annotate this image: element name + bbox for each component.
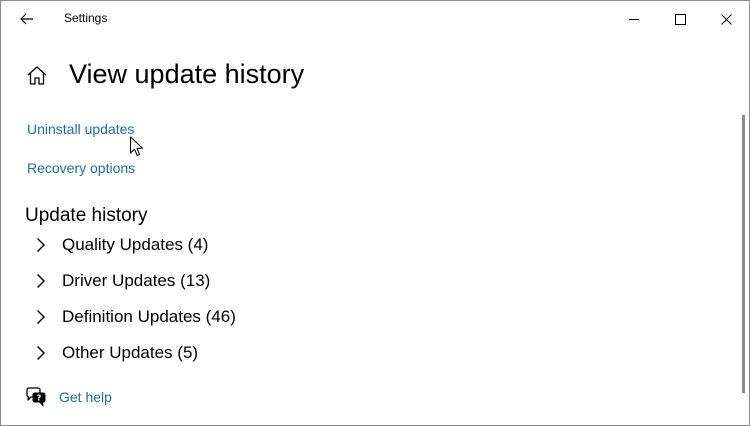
update-history-heading: Update history <box>25 205 148 226</box>
page-title: View update history <box>69 59 305 89</box>
settings-window: Settings View update history Uninstall u… <box>0 0 750 426</box>
close-button[interactable] <box>703 1 749 37</box>
get-help-label: Get help <box>59 389 112 405</box>
scrollbar[interactable] <box>742 115 745 393</box>
recovery-options-link[interactable]: Recovery options <box>27 160 135 176</box>
title-bar: Settings <box>1 1 749 37</box>
category-label: Definition Updates (46) <box>62 307 236 326</box>
help-chat-icon: ? <box>26 387 46 407</box>
back-arrow-icon <box>20 13 33 25</box>
close-icon <box>720 13 732 25</box>
category-quality-updates[interactable]: Quality Updates (4) <box>31 230 208 260</box>
get-help-link[interactable]: ? Get help <box>25 385 112 409</box>
chevron-right-icon <box>31 271 51 291</box>
minimize-button[interactable] <box>611 1 657 37</box>
chevron-right-icon <box>31 307 51 327</box>
minimize-icon <box>628 18 639 20</box>
category-other-updates[interactable]: Other Updates (5) <box>31 338 198 368</box>
home-icon[interactable] <box>25 64 49 88</box>
window-title: Settings <box>64 11 108 25</box>
maximize-button[interactable] <box>657 1 703 37</box>
category-driver-updates[interactable]: Driver Updates (13) <box>31 266 210 296</box>
mouse-pointer-icon <box>130 136 143 156</box>
chevron-right-icon <box>31 235 51 255</box>
chevron-right-icon <box>31 343 51 363</box>
maximize-icon <box>674 13 686 25</box>
back-button[interactable] <box>9 5 45 33</box>
category-definition-updates[interactable]: Definition Updates (46) <box>31 302 236 332</box>
category-label: Quality Updates (4) <box>62 235 209 254</box>
svg-text:?: ? <box>37 394 42 403</box>
category-label: Driver Updates (13) <box>62 271 211 290</box>
category-label: Other Updates (5) <box>62 343 199 362</box>
uninstall-updates-link[interactable]: Uninstall updates <box>27 121 134 137</box>
